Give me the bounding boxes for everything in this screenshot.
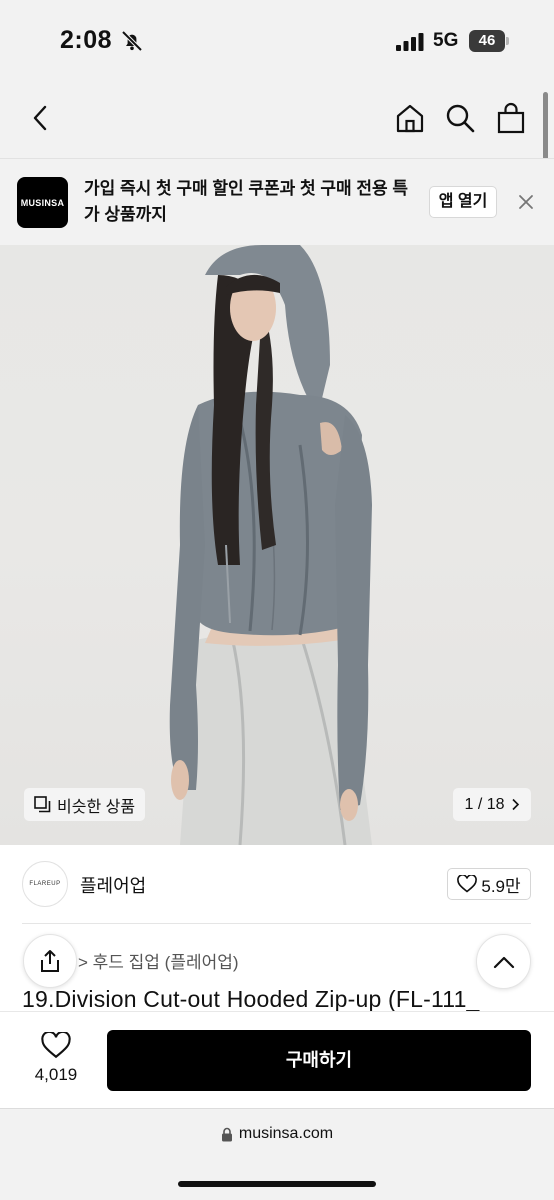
brand-logo: FLAREUP: [22, 861, 68, 907]
similar-products-button[interactable]: 비슷한 상품: [24, 788, 146, 821]
bell-off-icon: [121, 30, 143, 52]
app-install-banner: MUSINSA 가입 즉시 첫 구매 할인 쿠폰과 첫 구매 전용 특가 상품까…: [0, 158, 554, 245]
product-title: 19.Division Cut-out Hooded Zip-up (FL-11…: [22, 986, 480, 1012]
heart-outline-icon: [457, 875, 478, 893]
home-icon: [396, 104, 424, 133]
lock-icon: [221, 1127, 232, 1141]
divider: [22, 923, 531, 924]
wishlist-button[interactable]: 4,019: [22, 1032, 90, 1092]
scroll-to-top-button[interactable]: [476, 934, 531, 989]
header: [0, 80, 554, 158]
brand-like-button[interactable]: 5.9만: [447, 868, 531, 900]
close-icon: [519, 195, 533, 209]
battery-icon: 46: [469, 30, 509, 52]
home-button[interactable]: [390, 98, 430, 138]
cart-button[interactable]: [491, 98, 531, 138]
signal-icon: [396, 33, 424, 51]
open-app-button[interactable]: 앱 열기: [429, 186, 497, 218]
banner-close-button[interactable]: [512, 188, 540, 216]
search-icon: [446, 104, 475, 133]
product-category-breadcrumb[interactable]: > 후드 집업 (플레어업): [78, 948, 239, 973]
network-type: 5G: [433, 30, 459, 51]
back-button[interactable]: [20, 98, 60, 138]
battery-level: 46: [469, 30, 505, 52]
wishlist-count: 4,019: [34, 1065, 78, 1084]
home-indicator[interactable]: [178, 1181, 376, 1187]
product-photo: [169, 245, 372, 845]
musinsa-logo: MUSINSA: [17, 177, 68, 228]
similar-products-label: 비슷한 상품: [57, 798, 136, 816]
share-button[interactable]: [23, 934, 77, 988]
url-text: musinsa.com: [238, 1125, 334, 1142]
pager-text: 1 / 18: [464, 795, 505, 813]
chevron-right-icon: [511, 798, 519, 811]
product-image-gallery[interactable]: 비슷한 상품 1 / 18: [0, 245, 554, 845]
brand-name[interactable]: 플레어업: [80, 872, 146, 898]
image-pager[interactable]: 1 / 18: [453, 788, 531, 821]
banner-message: 가입 즉시 첫 구매 할인 쿠폰과 첫 구매 전용 특가 상품까지: [84, 179, 409, 224]
purchase-bar: 4,019 구매하기: [0, 1011, 554, 1108]
status-bar: 2:08 5G 46: [0, 0, 554, 80]
chevron-left-icon: [33, 105, 47, 131]
search-button[interactable]: [440, 98, 480, 138]
heart-outline-icon: [41, 1032, 71, 1059]
share-icon: [41, 950, 59, 972]
brand-row[interactable]: FLAREUP 플레어업 5.9만: [0, 845, 554, 923]
browser-url-bar[interactable]: musinsa.com: [0, 1108, 554, 1200]
status-time: 2:08: [60, 26, 113, 54]
buy-button[interactable]: 구매하기: [107, 1030, 531, 1091]
shopping-bag-icon: [497, 102, 525, 134]
similar-items-icon: [34, 796, 51, 813]
url-display[interactable]: musinsa.com: [0, 1125, 554, 1143]
battery-cap: [506, 37, 509, 45]
brand-like-count: 5.9만: [481, 876, 521, 896]
chevron-up-icon: [493, 956, 514, 968]
